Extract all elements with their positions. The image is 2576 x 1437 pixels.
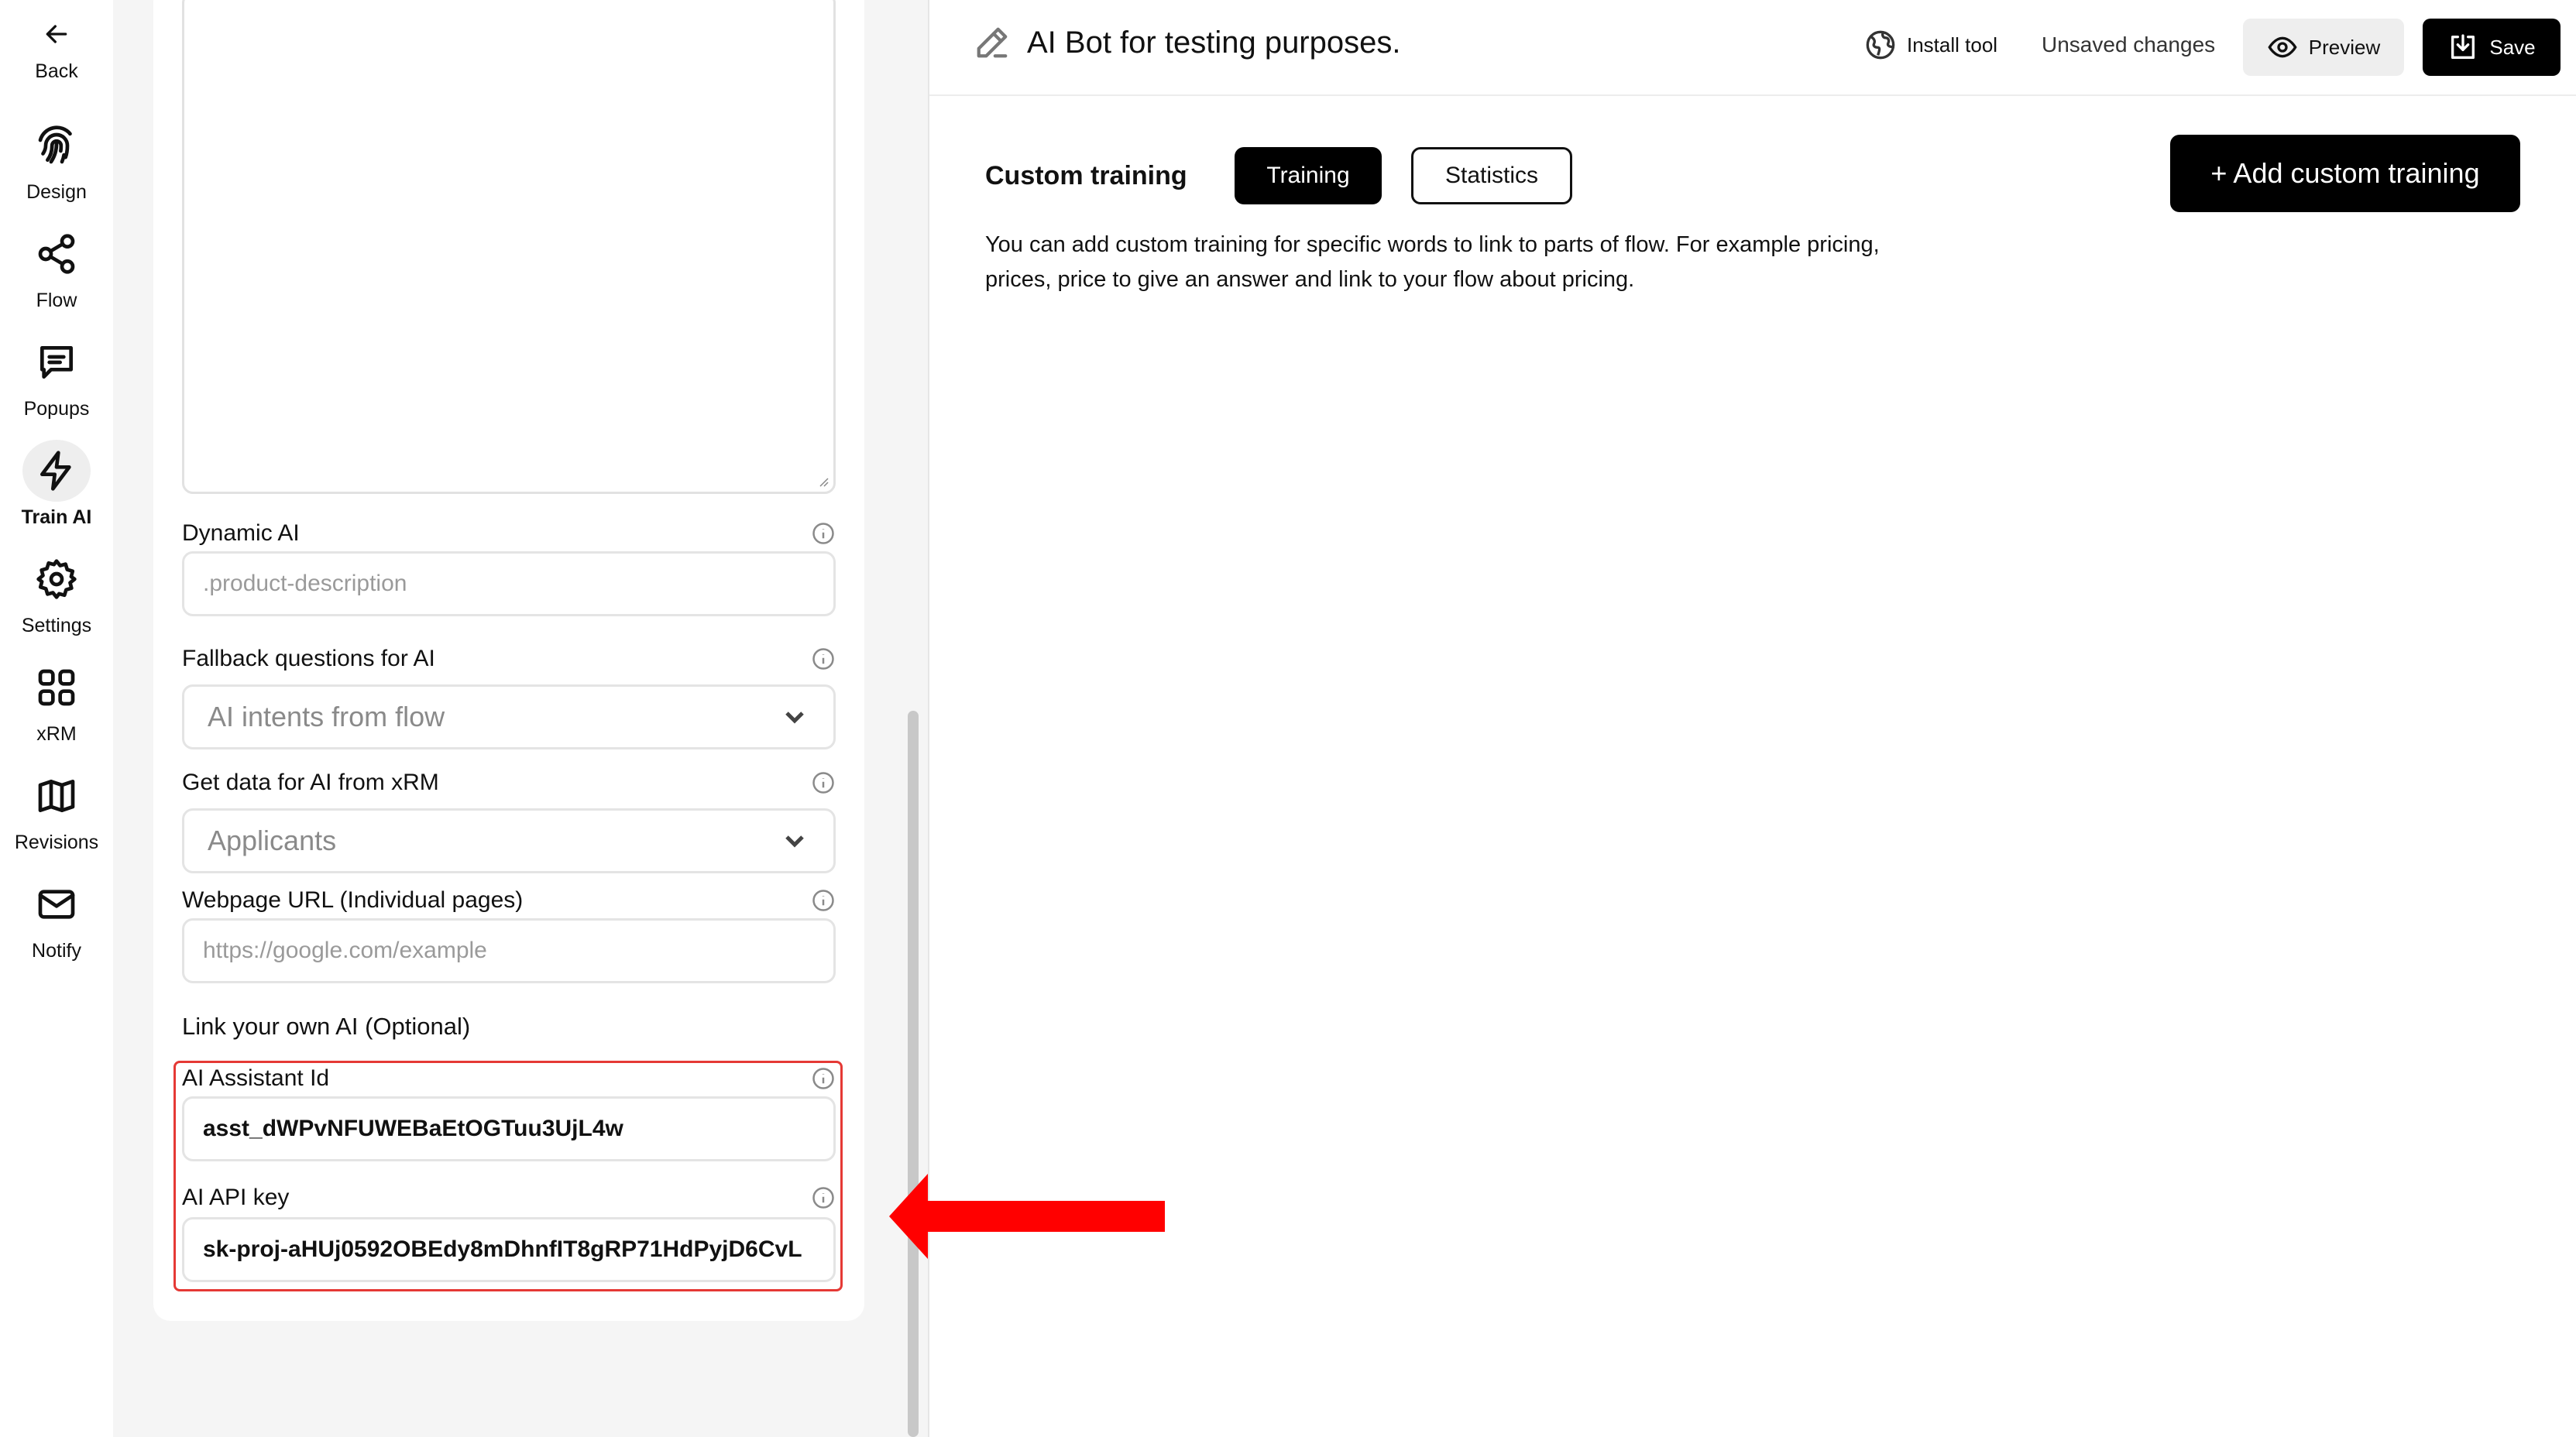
arrow-left-icon [22,12,91,56]
sidebar-item-flow[interactable]: Flow [0,223,113,312]
custom-training-heading: Custom training [985,161,1187,190]
red-arrow-annotation [889,1174,1165,1259]
pencil-icon[interactable] [974,25,1010,60]
fallback-questions-select[interactable]: AI intents from flow [182,684,836,749]
globe-icon [1866,30,1895,60]
info-icon[interactable] [812,522,835,545]
info-icon[interactable] [812,1067,835,1090]
eye-icon [2268,36,2297,58]
fallback-questions-value: AI intents from flow [208,701,445,732]
sidebar-item-label: xRM [36,723,77,745]
link-own-ai-heading: Link your own AI (Optional) [182,1013,471,1040]
sidebar-item-notify[interactable]: Notify [0,873,113,962]
info-icon[interactable] [812,771,835,794]
sidebar-nav: Back Design Flow Popups Train AI Setting… [0,0,113,1437]
sidebar-item-design[interactable]: Design [0,115,113,204]
webpage-url-label: Webpage URL (Individual pages) [182,887,524,913]
sidebar-item-label: Design [26,181,87,203]
sidebar-item-label: Revisions [14,832,99,853]
unsaved-changes-status: Unsaved changes [2042,33,2216,57]
add-custom-training-button[interactable]: + Add custom training [2170,135,2520,212]
save-label: Save [2489,35,2536,59]
prompt-textarea[interactable] [182,0,836,494]
mail-icon [22,873,91,935]
sidebar-item-revisions[interactable]: Revisions [0,765,113,854]
page-title: AI Bot for testing purposes. [1027,25,1401,60]
sidebar-item-label: Flow [36,290,77,311]
sidebar-item-settings[interactable]: Settings [0,548,113,637]
xrm-data-value: Applicants [208,825,337,856]
custom-training-description: You can add custom training for specific… [985,232,1880,292]
webpage-url-input[interactable]: https://google.com/example [182,918,836,983]
sidebar-item-label: Popups [23,398,90,420]
info-icon[interactable] [812,647,835,670]
assistant-id-input[interactable]: asst_dWPvNFUWEBaEtOGTuu3UjL4w [182,1096,836,1161]
sidebar-item-train-ai[interactable]: Train AI [0,440,113,529]
back-label: Back [35,60,78,82]
xrm-data-label: Get data for AI from xRM [182,770,439,795]
sidebar-item-label: Train AI [21,506,92,528]
grid-icon [22,657,91,718]
install-tool-button[interactable]: Install tool [1865,29,1997,60]
scrollbar-thumb[interactable] [908,711,919,1437]
tab-training[interactable]: Training [1235,147,1382,204]
share-nodes-icon [22,223,91,285]
info-icon[interactable] [812,889,835,912]
info-icon[interactable] [812,1186,835,1209]
fallback-questions-label: Fallback questions for AI [182,646,435,671]
download-icon [2451,34,2475,60]
save-button[interactable]: Save [2423,19,2561,76]
back-button[interactable]: Back [0,12,113,83]
bot-title[interactable]: AI Bot for testing purposes. [974,25,1400,60]
map-icon [22,765,91,827]
lightning-icon [22,440,91,502]
gear-icon [22,548,91,610]
assistant-id-label: AI Assistant Id [182,1065,330,1091]
chevron-down-icon [785,712,804,724]
tab-statistics[interactable]: Statistics [1411,147,1572,204]
fingerprint-icon [22,115,91,177]
chevron-down-icon [785,835,804,848]
api-key-input[interactable]: sk-proj-aHUj0592OBEdy8mDhnfIT8gRP71HdPyj… [182,1217,836,1282]
preview-button[interactable]: Preview [2243,19,2404,76]
sidebar-item-label: Settings [21,615,92,636]
dynamic-ai-input[interactable]: .product-description [182,551,836,616]
install-tool-label: Install tool [1907,33,1998,57]
sidebar-item-xrm[interactable]: xRM [0,657,113,746]
xrm-data-select[interactable]: Applicants [182,808,836,873]
resize-handle-icon[interactable] [816,475,829,487]
api-key-label: AI API key [182,1185,290,1210]
sidebar-item-label: Notify [32,940,81,962]
sidebar-item-popups[interactable]: Popups [0,331,113,420]
preview-label: Preview [2308,35,2381,59]
message-icon [22,331,91,393]
dynamic-ai-label: Dynamic AI [182,520,300,546]
